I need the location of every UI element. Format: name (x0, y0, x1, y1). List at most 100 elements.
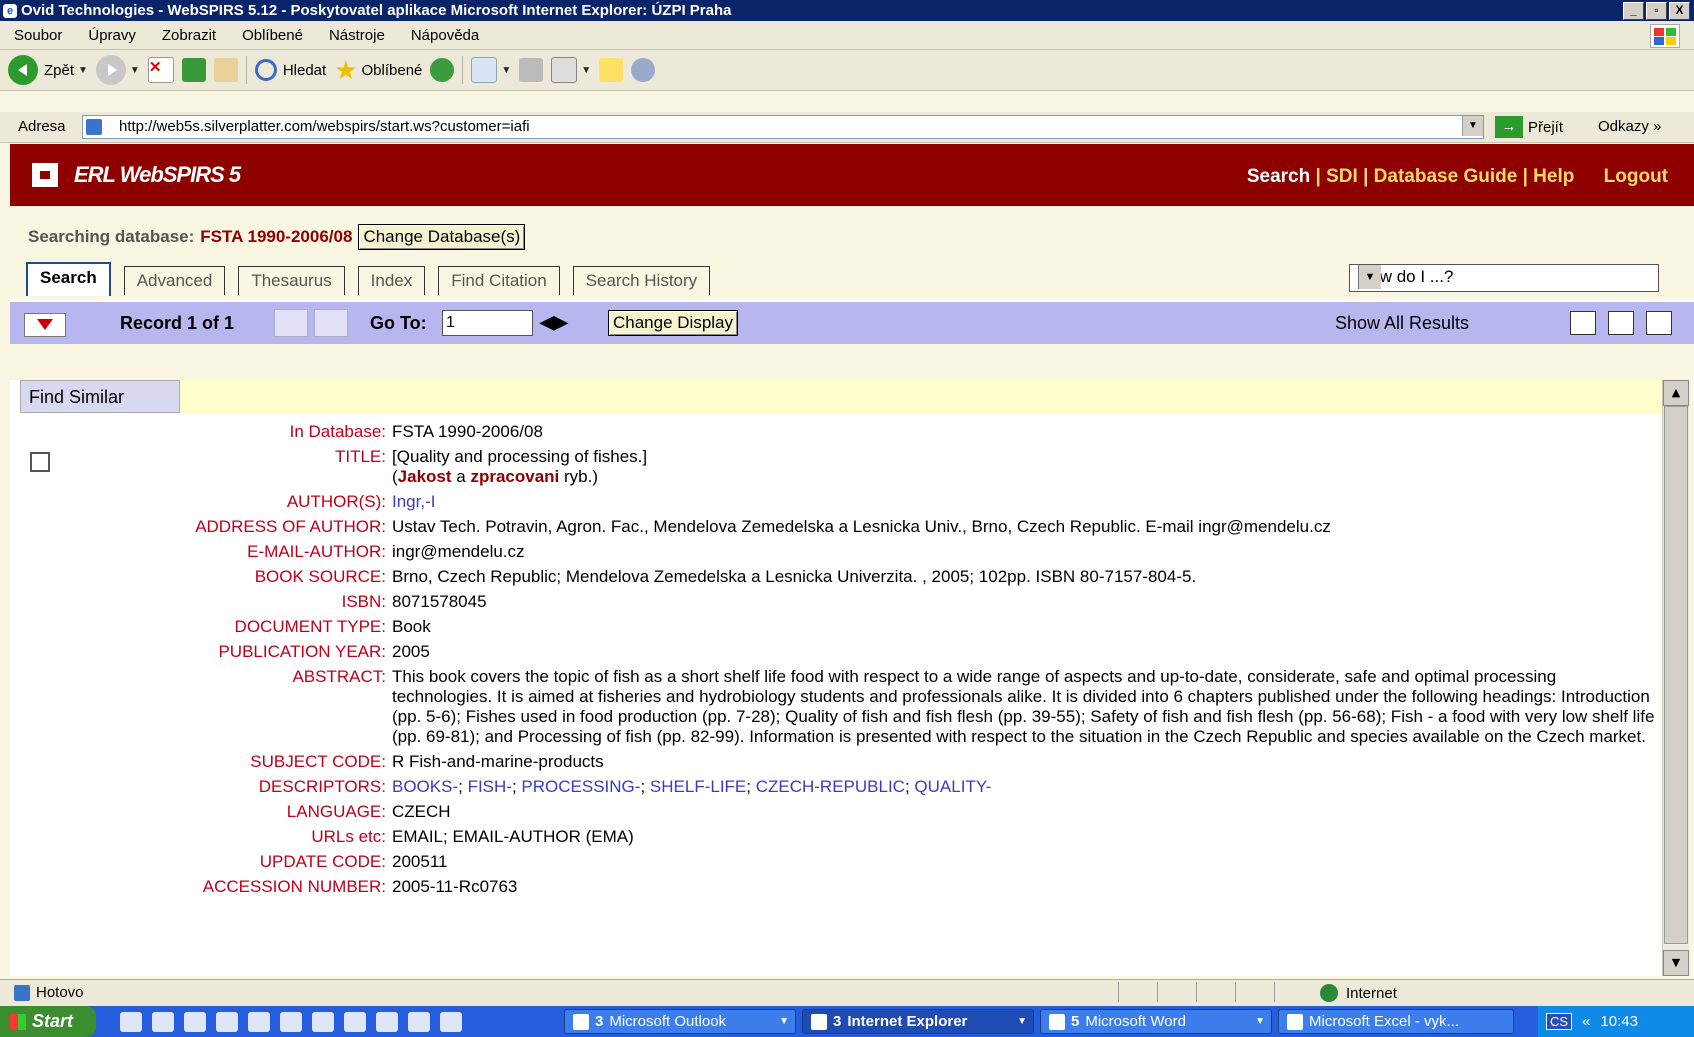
start-button[interactable]: Start (0, 1006, 96, 1037)
scroll-down-icon[interactable]: ▼ (1663, 950, 1689, 976)
close-button[interactable]: X (1669, 1, 1690, 20)
chevron-down-icon[interactable]: ▼ (501, 65, 511, 76)
task-word[interactable]: 5 Microsoft Word ▼ (1040, 1009, 1272, 1034)
quicklaunch-icon[interactable] (408, 1012, 430, 1032)
menu-help[interactable]: Nápověda (411, 27, 479, 44)
home-icon[interactable] (213, 58, 238, 82)
language-indicator[interactable]: CS (1546, 1013, 1573, 1030)
download-icon[interactable] (24, 313, 66, 337)
status-cells (1118, 982, 1313, 1002)
menu-tools[interactable]: Nástroje (329, 27, 385, 44)
nav-logout[interactable]: Logout (1604, 166, 1668, 187)
status-bar: Hotovo Internet (0, 979, 1694, 1006)
field-value: Book (392, 617, 431, 636)
nav-help[interactable]: Help (1533, 166, 1574, 187)
descriptor-link[interactable]: BOOKS- (392, 777, 458, 796)
how-do-i-select[interactable]: How do I ...? ▼ (1349, 264, 1659, 292)
field-value: BOOKS-; FISH-; PROCESSING-; SHELF-LIFE; … (392, 777, 992, 796)
chevron-left-icon[interactable]: « (1582, 1013, 1590, 1030)
title-bar: e Ovid Technologies - WebSPIRS 5.12 - Po… (0, 0, 1694, 21)
nav-sdi[interactable]: SDI (1326, 166, 1358, 187)
find-similar-button[interactable]: Find Similar (20, 380, 180, 413)
edit-icon[interactable] (551, 57, 578, 83)
quicklaunch-icon[interactable] (152, 1012, 174, 1032)
stop-icon[interactable]: ✕ (147, 57, 174, 83)
author-link[interactable]: Ingr,-I (386, 492, 1658, 512)
menu-edit[interactable]: Úpravy (88, 27, 136, 44)
print-icon[interactable] (1570, 311, 1596, 335)
tab-find-citation[interactable]: Find Citation (438, 266, 560, 295)
task-outlook[interactable]: 3 Microsoft Outlook ▼ (564, 1009, 796, 1034)
logo-text: ERL WebSPIRS 5 (74, 162, 241, 187)
quicklaunch-icon[interactable] (344, 1012, 366, 1032)
descriptor-link[interactable]: SHELF-LIFE (650, 777, 746, 796)
nav-database-guide[interactable]: Database Guide (1374, 166, 1518, 187)
scroll-thumb[interactable] (1664, 406, 1688, 944)
next-record-button[interactable] (314, 309, 348, 337)
minimize-button[interactable]: _ (1623, 1, 1644, 20)
chevron-down-icon[interactable]: ▼ (1358, 265, 1381, 289)
task-excel[interactable]: Microsoft Excel - vyk... (1278, 1009, 1514, 1034)
chevron-down-icon[interactable]: ▼ (1462, 116, 1483, 136)
menu-view[interactable]: Zobrazit (162, 27, 216, 44)
task-label: Microsoft Excel - vyk... (1309, 1013, 1460, 1030)
chevron-down-icon[interactable]: ▼ (581, 65, 591, 76)
field-title: TITLE: [Quality and processing of fishes… (10, 447, 1658, 487)
tab-index[interactable]: Index (357, 266, 426, 295)
quicklaunch-icon[interactable] (440, 1012, 462, 1032)
magnifier-icon (254, 59, 277, 81)
show-all-results-link[interactable]: Show All Results (1335, 313, 1469, 334)
field-label: E-MAIL-AUTHOR: (247, 542, 386, 561)
goto-arrows-icon[interactable]: ◀▶ (540, 312, 568, 333)
menu-file[interactable]: Soubor (14, 27, 62, 44)
chevron-down-icon[interactable]: ▼ (78, 65, 88, 76)
goto-input[interactable]: 1 (442, 310, 533, 336)
quicklaunch-icon[interactable] (376, 1012, 398, 1032)
field-label: In Database: (289, 422, 386, 441)
field-label: AUTHOR(S): (286, 492, 386, 511)
chevron-down-icon[interactable]: ▼ (130, 65, 140, 76)
web-page: ERL WebSPIRS 5 Search | SDI | Database G… (10, 144, 1694, 976)
vertical-scrollbar[interactable]: ▲ ▼ (1662, 380, 1689, 976)
descriptor-link[interactable]: FISH- (468, 777, 512, 796)
tab-search[interactable]: Search (26, 262, 111, 296)
search-button[interactable]: Hledat (254, 59, 326, 81)
tab-thesaurus[interactable]: Thesaurus (238, 266, 345, 295)
messenger-icon[interactable] (631, 58, 656, 82)
email-icon[interactable] (1646, 311, 1672, 335)
address-input[interactable]: http://web5s.silverplatter.com/webspirs/… (82, 115, 1484, 139)
discuss-icon[interactable] (599, 58, 624, 82)
previous-record-button[interactable] (274, 309, 308, 337)
tab-search-history[interactable]: Search History (572, 266, 711, 295)
quicklaunch-icon[interactable] (120, 1012, 142, 1032)
change-database-button[interactable]: Change Database(s) (358, 224, 526, 250)
print-icon[interactable] (519, 58, 544, 82)
field-label: ADDRESS OF AUTHOR: (195, 517, 386, 536)
refresh-icon[interactable] (181, 58, 206, 82)
quicklaunch-icon[interactable] (216, 1012, 238, 1032)
save-icon[interactable] (1608, 311, 1634, 335)
forward-button[interactable]: ▼ (95, 55, 140, 85)
descriptor-link[interactable]: PROCESSING- (521, 777, 640, 796)
nav-search[interactable]: Search (1247, 166, 1310, 187)
change-display-button[interactable]: Change Display (608, 310, 739, 336)
scroll-up-icon[interactable]: ▲ (1663, 380, 1689, 406)
quicklaunch-icon[interactable] (280, 1012, 302, 1032)
descriptor-link[interactable]: CZECH-REPUBLIC (756, 777, 905, 796)
maximize-button[interactable]: ▫ (1646, 1, 1667, 20)
descriptor-link[interactable]: QUALITY- (914, 777, 991, 796)
mail-icon[interactable] (471, 57, 498, 83)
back-button[interactable]: Zpět ▼ (8, 55, 88, 85)
links-button[interactable]: Odkazy » (1598, 118, 1661, 135)
go-button[interactable]: → Přejít (1495, 116, 1563, 138)
quicklaunch-icon[interactable] (184, 1012, 206, 1032)
task-internet-explorer[interactable]: 3 Internet Explorer ▼ (802, 1009, 1034, 1034)
field-label: DESCRIPTORS: (258, 777, 386, 796)
quicklaunch-icon[interactable] (312, 1012, 334, 1032)
quicklaunch-icon[interactable] (248, 1012, 270, 1032)
tab-advanced[interactable]: Advanced (123, 266, 226, 295)
favorites-button[interactable]: ★ Oblíbené (334, 55, 422, 86)
menu-favorites[interactable]: Oblíbené (242, 27, 303, 44)
media-icon[interactable] (430, 58, 455, 82)
status-text: Hotovo (36, 984, 84, 1001)
